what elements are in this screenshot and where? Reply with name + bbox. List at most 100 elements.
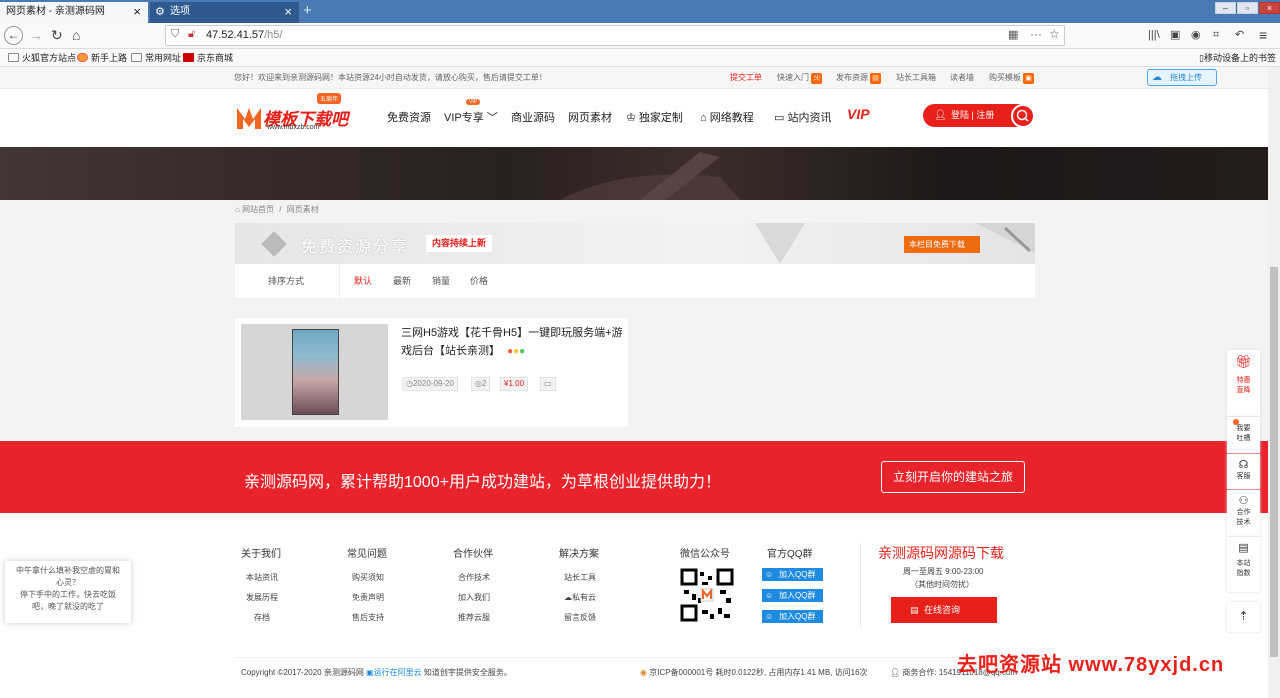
float-feedback[interactable]: 我要吐槽 [1227, 417, 1260, 453]
footer-wechat: 微信公众号 [680, 545, 734, 625]
qq-icon: ☺ [765, 612, 774, 621]
footer-link[interactable]: 加入我们 [453, 588, 493, 608]
mobile-bookmarks[interactable]: ▯移动设备上的书签 [1199, 49, 1276, 67]
back-icon[interactable]: ← [4, 26, 23, 45]
close-icon[interactable]: × [284, 2, 292, 22]
link-buy-template[interactable]: 购买模板 ▣ [989, 67, 1034, 89]
undo-icon[interactable]: ↶ [1235, 26, 1244, 44]
shield-icon[interactable]: ⛉ [171, 28, 179, 41]
tab-current[interactable]: 网页素材 - 亲测源码网 × [0, 2, 148, 23]
account-icon[interactable]: ◉ [1191, 26, 1201, 44]
upload-button[interactable]: ☁ 拖拽上传 [1147, 69, 1217, 86]
nav-vip[interactable]: VIP专享 ﹀ VIP [444, 99, 498, 125]
nav-web-assets[interactable]: 网页素材 [568, 109, 612, 125]
footer-column-title: 常见问题 [347, 549, 387, 560]
link-label: 发布资源 [836, 73, 868, 82]
footer-link[interactable]: 免责声明 [347, 588, 387, 608]
footer-column-title: 关于我们 [241, 549, 281, 560]
sort-sales[interactable]: 销量 [432, 264, 450, 298]
breadcrumb-home[interactable]: 网站首页 [242, 205, 274, 214]
site-header: 模板下载吧 www.mbxzb.com 五周年 免费资源 VIP专享 ﹀ VIP… [0, 89, 1268, 147]
url-text[interactable]: 47.52.41.57/h5/ [206, 29, 282, 41]
join-qq-button[interactable]: ☺ 加入QQ群 [762, 589, 823, 602]
bookmark-item[interactable]: 火狐官方站点 [8, 49, 76, 67]
game-poster-image [292, 329, 339, 415]
start-building-button[interactable]: 立刻开启你的建站之旅 [881, 461, 1025, 493]
site-logo[interactable]: 模板下载吧 www.mbxzb.com 五周年 [235, 93, 350, 133]
qr-icon[interactable]: ▦ [1008, 28, 1018, 41]
sort-price[interactable]: 价格 [470, 264, 488, 298]
minimize-button[interactable]: ‒ [1215, 2, 1236, 14]
close-icon[interactable]: × [133, 2, 141, 22]
nav-label: 独家定制 [638, 112, 683, 124]
nav-label: 站内资讯 [787, 112, 832, 124]
tab-options[interactable]: ⚙ 选项 × [150, 2, 299, 23]
link-quickstart[interactable]: 快速入门火 [777, 67, 822, 89]
more-icon[interactable]: ··· [1030, 27, 1042, 41]
resource-title[interactable]: 三网H5游戏【花千骨H5】一键即玩服务端+游戏后台【站长亲测】 ●●● [401, 324, 623, 361]
icp-text: 京ICP备000001号 耗时0.0122秒, 占用内存1.41 MB, 访问1… [649, 668, 868, 677]
online-consult-button[interactable]: ▤ 在线咨询 [891, 597, 997, 623]
bookmark-item[interactable]: 新手上路 [77, 49, 127, 67]
nav-free-resources[interactable]: 免费资源 [387, 109, 431, 125]
insecure-lock-icon[interactable]: 🔓︎ [188, 28, 195, 41]
footer-link[interactable]: 推荐云服 [453, 608, 493, 628]
join-qq-button[interactable]: ☺ 加入QQ群 [762, 610, 823, 623]
new-tab-button[interactable]: + [303, 2, 312, 20]
consult-label: 在线咨询 [924, 605, 961, 615]
footer-link[interactable]: ☁私有云 [559, 588, 599, 608]
url-bar[interactable]: ⛉ 🔓︎ 47.52.41.57/h5/ ▦ ··· ☆ [165, 25, 1065, 46]
page-scrollbar[interactable] [1268, 67, 1280, 698]
resource-thumbnail[interactable] [241, 324, 388, 420]
sort-default[interactable]: 默认 [354, 264, 372, 298]
upload-label: 拖拽上传 [1170, 73, 1202, 82]
scrollbar-thumb[interactable] [1270, 267, 1278, 657]
home-icon[interactable]: ⌂ [72, 26, 80, 44]
vip-logo[interactable]: VIP [847, 106, 870, 122]
float-label: 客服 [1236, 473, 1251, 480]
float-support[interactable]: ☊ 客服 [1227, 454, 1260, 489]
window-close-button[interactable]: × [1259, 2, 1280, 14]
link-readers[interactable]: 读者墙 [950, 67, 974, 89]
reload-icon[interactable]: ↻ [51, 26, 63, 44]
nav-news[interactable]: ▭ 站内资讯 [774, 109, 831, 125]
nav-custom[interactable]: ♔ 独家定制 [626, 109, 683, 125]
sidebar-icon[interactable]: ▣ [1170, 26, 1180, 44]
crop-icon[interactable]: ⌗ [1213, 26, 1219, 44]
divider [235, 657, 1035, 658]
search-button[interactable] [1011, 104, 1035, 128]
sort-newest[interactable]: 最新 [393, 264, 411, 298]
float-index[interactable]: ▤ 本站指数 [1227, 537, 1260, 592]
bookmark-item[interactable]: 京东商城 [183, 49, 233, 67]
footer-link[interactable]: 售后支持 [347, 608, 387, 628]
footer-link[interactable]: 发展历程 [241, 588, 281, 608]
footer-link[interactable]: 存档 [241, 608, 281, 628]
resource-card[interactable]: 三网H5游戏【花千骨H5】一键即玩服务端+游戏后台【站长亲测】 ●●● ◷202… [235, 318, 628, 427]
nav-commercial[interactable]: 商业源码 [511, 109, 555, 125]
star-icon[interactable]: ☆ [1049, 27, 1060, 41]
bookmark-label: 火狐官方站点 [22, 53, 77, 63]
footer-link[interactable]: 本站资讯 [241, 568, 281, 588]
link-publish[interactable]: 发布资源 ▤ [836, 67, 881, 89]
screen-badge[interactable]: ▭ [540, 377, 556, 391]
link-ticket[interactable]: 提交工单 [730, 67, 762, 89]
menu-icon[interactable]: ≡ [1259, 26, 1267, 44]
library-icon[interactable]: |||\ [1148, 26, 1160, 44]
footer-link[interactable]: 留言反馈 [559, 608, 599, 628]
float-cooperation[interactable]: ⚇ 合作技术 [1227, 490, 1260, 536]
aliyun-link[interactable]: ▣运行在阿里云 [366, 668, 422, 677]
footer-link[interactable]: 站长工具 [559, 568, 599, 588]
maximize-button[interactable]: ▫ [1237, 2, 1258, 14]
nav-tutorials[interactable]: ⌂ 网络教程 [700, 109, 754, 125]
back-to-top-button[interactable]: ⇡ [1227, 602, 1260, 632]
footer-link[interactable]: 购买须知 [347, 568, 387, 588]
float-deals[interactable]: 🎁︎ 特惠直降 [1227, 350, 1260, 416]
tip-line: 中午拿什么填补我空虚的胃和 [16, 566, 120, 575]
sort-label: 排序方式 [268, 276, 305, 286]
category-download-badge: 本栏目免费下载 [904, 236, 980, 253]
link-tools[interactable]: 站长工具箱 [896, 67, 936, 89]
footer-link[interactable]: 合作技术 [453, 568, 493, 588]
forward-icon[interactable]: → [29, 26, 43, 44]
join-qq-button[interactable]: ☺ 加入QQ群 [762, 568, 823, 581]
bookmark-item[interactable]: 常用网址 [131, 49, 181, 67]
